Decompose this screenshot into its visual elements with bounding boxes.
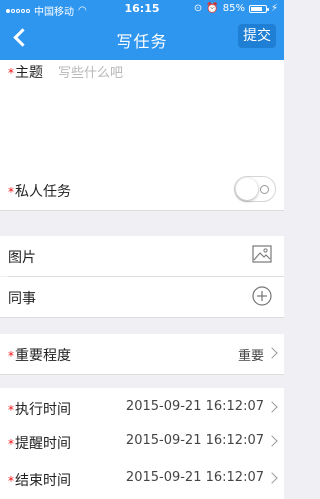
remind-time-row[interactable]: *提醒时间 2015-09-21 16:12:07	[0, 422, 284, 462]
chevron-right-icon	[266, 347, 278, 359]
subject-input[interactable]: 写些什么吧	[58, 62, 123, 81]
divider	[0, 374, 284, 375]
colleague-row[interactable]: 同事	[0, 277, 284, 317]
end-time-value: 2015-09-21 16:12:07	[125, 470, 264, 485]
divider	[0, 317, 284, 318]
image-icon[interactable]	[252, 245, 272, 263]
nav-bar: 写任务 提交	[0, 18, 284, 60]
required-asterisk: *	[8, 403, 14, 417]
required-asterisk: *	[8, 437, 14, 451]
required-asterisk: *	[8, 185, 14, 199]
private-task-label: 私人任务	[15, 184, 71, 200]
toggle-knob	[236, 178, 258, 200]
exec-time-label: 执行时间	[15, 402, 71, 418]
end-time-label: 结束时间	[15, 473, 71, 489]
importance-label: 重要程度	[15, 348, 71, 364]
status-bar: 中国移动 ◠ 16:15 ⊙ ⏰ 85% ⚡	[0, 0, 284, 18]
top-bar: 中国移动 ◠ 16:15 ⊙ ⏰ 85% ⚡ 写任务 提交	[0, 0, 284, 60]
divider	[0, 210, 284, 211]
plus-circle-icon[interactable]	[252, 286, 272, 306]
chevron-right-icon	[266, 472, 278, 484]
subject-label-wrap: *主题	[8, 62, 43, 82]
remind-time-value: 2015-09-21 16:12:07	[125, 433, 264, 448]
subject-section: *主题 写些什么吧	[0, 60, 284, 170]
status-right: ⊙ ⏰ 85% ⚡	[194, 3, 278, 14]
remind-time-label: 提醒时间	[15, 436, 71, 452]
end-time-label-wrap: *结束时间	[8, 470, 71, 490]
private-task-label-wrap: *私人任务	[8, 181, 71, 201]
chevron-right-icon	[266, 401, 278, 413]
remind-time-label-wrap: *提醒时间	[8, 433, 71, 453]
required-asterisk: *	[8, 474, 14, 488]
alarm-icon: ⏰	[206, 3, 219, 14]
required-asterisk: *	[8, 349, 14, 363]
importance-row[interactable]: *重要程度 重要	[0, 334, 284, 374]
chevron-right-icon	[266, 435, 278, 447]
subject-label: 主题	[15, 65, 43, 81]
submit-button[interactable]: 提交	[238, 24, 276, 48]
importance-label-wrap: *重要程度	[8, 345, 71, 365]
private-task-row: *私人任务	[0, 170, 284, 210]
exec-time-value: 2015-09-21 16:12:07	[125, 399, 264, 414]
lock-rotation-icon: ⊙	[193, 3, 203, 14]
image-label: 图片	[8, 250, 36, 266]
battery-percent: 85%	[222, 3, 245, 14]
required-asterisk: *	[8, 66, 14, 80]
exec-time-label-wrap: *执行时间	[8, 399, 71, 419]
colleague-label: 同事	[8, 291, 36, 307]
charging-icon: ⚡	[270, 3, 278, 14]
image-row[interactable]: 图片	[0, 236, 284, 276]
importance-value: 重要	[237, 349, 264, 364]
end-time-row[interactable]: *结束时间 2015-09-21 16:12:07	[0, 459, 284, 499]
private-task-toggle[interactable]	[234, 176, 276, 202]
toggle-off-icon	[260, 185, 269, 194]
battery-icon	[248, 4, 269, 13]
